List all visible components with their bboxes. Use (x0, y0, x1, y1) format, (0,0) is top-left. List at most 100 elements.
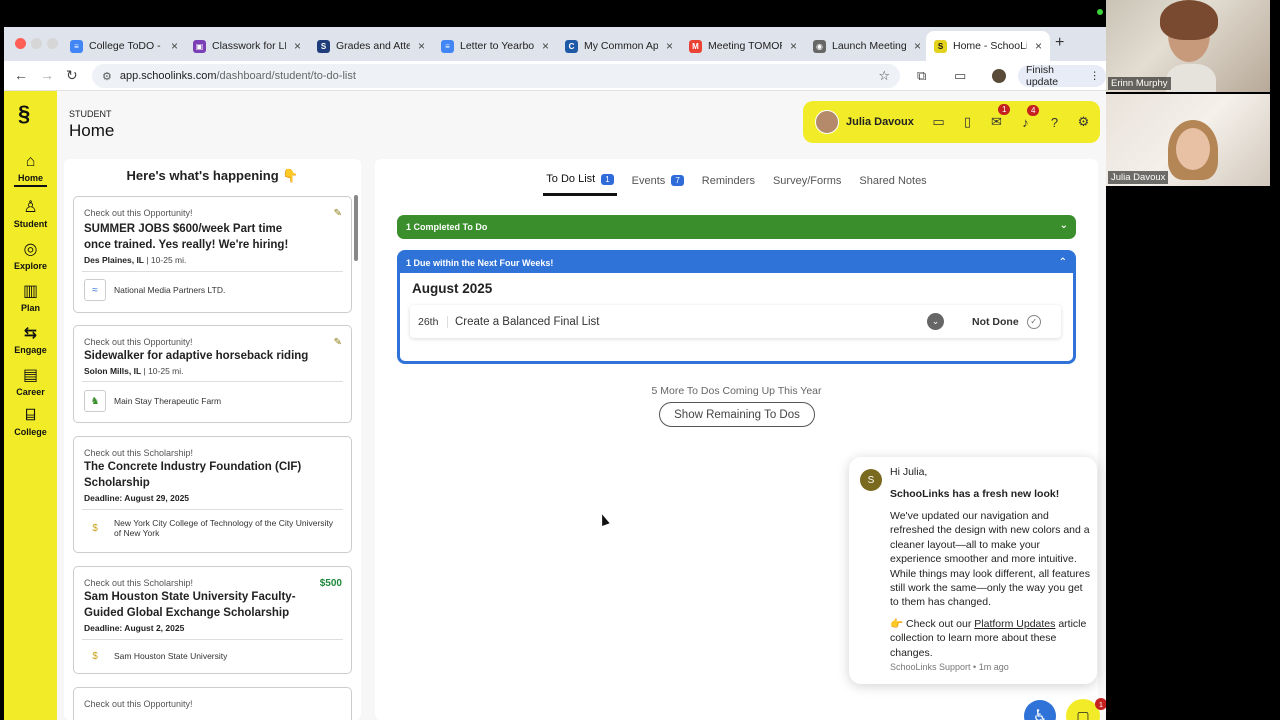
card-location: Des Plaines, IL (84, 255, 144, 265)
tab-reminders[interactable]: Reminders (699, 173, 758, 196)
browser-tab-active[interactable]: S Home - SchooLin × (926, 31, 1051, 61)
help-icon[interactable]: ? (1040, 115, 1069, 130)
schoolinks-logo-icon[interactable]: § (18, 101, 30, 127)
card-title[interactable]: SUMMER JOBS $600/week Part time once tra… (84, 221, 312, 253)
money-bag-icon: $ (92, 522, 98, 534)
handshake-icon: ⇆ (23, 325, 38, 342)
check-circle-icon[interactable]: ✓ (1026, 314, 1041, 329)
extensions-icon[interactable]: ⧉ (917, 68, 926, 84)
nav-item-student[interactable]: ♙ Student (4, 197, 57, 229)
cast-icon[interactable]: ▭ (954, 68, 966, 84)
tab-survey-forms[interactable]: Survey/Forms (770, 173, 844, 196)
home-icon: ⌂ (25, 153, 36, 170)
browser-tab[interactable]: ▣ Classwork for LH × (185, 31, 309, 61)
due-section-header[interactable]: 1 Due within the Next Four Weeks! ⌃ (400, 253, 1073, 273)
opportunity-card[interactable]: Check out this Opportunity! ✎ Sidewalker… (73, 325, 352, 423)
new-tab-button[interactable]: + (1055, 34, 1064, 52)
forward-icon[interactable]: → (40, 67, 54, 83)
tab-events[interactable]: Events 7 (629, 173, 687, 196)
close-window-button[interactable] (15, 38, 26, 49)
tab-todo-list[interactable]: To Do List 1 (543, 173, 617, 196)
gear-icon[interactable]: ⚙ (1069, 114, 1098, 130)
card-title[interactable]: Sam Houston State University Faculty-Gui… (84, 589, 312, 621)
address-bar[interactable]: ⚙ app.schoolinks.com/dashboard/student/t… (92, 64, 900, 88)
nav-item-plan[interactable]: ▥ Plan (4, 281, 57, 313)
bookmark-star-icon[interactable]: ☆ (878, 68, 890, 84)
browser-tab[interactable]: ◉ Launch Meeting × (805, 31, 929, 61)
screen: ≡ College ToDO - G × ▣ Classwork for LH … (0, 0, 1280, 720)
card-location: Solon Mills, IL (84, 366, 142, 376)
card-title[interactable]: Sidewalker for adaptive horseback riding (84, 348, 312, 364)
browser-tab[interactable]: ≡ Letter to Yearboo × (433, 31, 557, 61)
more-menu-icon[interactable]: ⋮ (1090, 70, 1101, 82)
feed-scrollbar[interactable] (354, 195, 358, 261)
close-tab-icon[interactable]: × (542, 39, 549, 53)
finish-update-button[interactable]: Finish update ⋮ (1018, 64, 1106, 88)
reload-icon[interactable]: ↻ (66, 67, 78, 84)
close-tab-icon[interactable]: × (418, 39, 425, 53)
nav-item-career[interactable]: ▤ Career (4, 365, 57, 397)
show-remaining-button[interactable]: Show Remaining To Dos (659, 402, 815, 427)
close-tab-icon[interactable]: × (666, 39, 673, 53)
todo-name[interactable]: Create a Balanced Final List (455, 316, 925, 328)
todo-status[interactable]: Not Done ✓ (972, 314, 1041, 329)
close-tab-icon[interactable]: × (790, 39, 797, 53)
close-tab-icon[interactable]: × (1035, 39, 1042, 53)
completed-section-header[interactable]: 1 Completed To Do ⌄ (397, 215, 1076, 239)
student-icon: ♙ (23, 199, 38, 216)
chevron-up-icon[interactable]: ⌃ (1059, 257, 1067, 268)
nav-item-explore[interactable]: ◎ Explore (4, 239, 57, 271)
divider (82, 639, 343, 640)
minimize-window-button[interactable] (31, 38, 42, 49)
close-tab-icon[interactable]: × (914, 39, 921, 53)
map-icon: ▥ (22, 283, 39, 300)
nav-item-college[interactable]: ⌸ College (4, 407, 57, 437)
mail-icon[interactable]: ✉ 1 (982, 104, 1011, 130)
browser-tab[interactable]: C My Common App × (557, 31, 681, 61)
card-deadline: Deadline: August 29, 2025 (84, 493, 190, 503)
bell-icon[interactable]: ♪ 4 (1011, 104, 1040, 130)
nav-item-engage[interactable]: ⇆ Engage (4, 323, 57, 355)
pin-icon[interactable]: ✎ (334, 337, 342, 348)
scholarship-card[interactable]: Check out this Scholarship! The Concrete… (73, 436, 352, 553)
browser-tab[interactable]: M Meeting TOMORR × (681, 31, 805, 61)
close-tab-icon[interactable]: × (171, 39, 178, 53)
browser-tab[interactable]: ≡ College ToDO - G × (62, 31, 186, 61)
back-icon[interactable]: ← (14, 67, 28, 83)
page-title: Home (69, 121, 115, 140)
support-message-popup[interactable]: S Hi Julia, SchooLinks has a fresh new l… (849, 457, 1097, 684)
nav-item-home[interactable]: ⌂ Home (4, 153, 57, 187)
commonapp-icon: C (565, 39, 578, 53)
document-icon[interactable]: ▯ (953, 114, 982, 130)
platform-updates-link[interactable]: Platform Updates (974, 618, 1055, 630)
docs-icon: ≡ (441, 39, 454, 53)
card-organization: $ Sam Houston State University (84, 645, 339, 667)
pin-icon[interactable]: ✎ (334, 208, 342, 219)
avatar[interactable] (815, 110, 839, 134)
card-title[interactable]: The Concrete Industry Foundation (CIF) S… (84, 459, 312, 491)
zoom-window-button[interactable] (47, 38, 58, 49)
opportunity-card[interactable]: Check out this Opportunity! (73, 687, 352, 720)
scholarship-card[interactable]: Check out this Scholarship! $500 Sam Hou… (73, 566, 352, 674)
card-kicker: Check out this Opportunity! (84, 337, 193, 347)
chevron-down-icon[interactable]: ⌄ (927, 313, 944, 330)
divider (82, 381, 343, 382)
docs-icon: ≡ (70, 39, 83, 53)
participant-shirt (1166, 64, 1216, 92)
schoolinks-icon: S (934, 39, 947, 53)
site-settings-icon[interactable]: ⚙ (102, 70, 112, 83)
user-name[interactable]: Julia Davoux (846, 116, 924, 128)
tab-shared-notes[interactable]: Shared Notes (856, 173, 929, 196)
main-tabs: To Do List 1 Events 7 Reminders Survey/For… (375, 173, 1098, 196)
browser-tab[interactable]: S Grades and Atten × (309, 31, 433, 61)
wallet-icon[interactable]: ▭ (924, 114, 953, 130)
todo-item[interactable]: 26th Create a Balanced Final List ⌄ Not … (410, 305, 1061, 338)
opportunity-card[interactable]: Check out this Opportunity! ✎ SUMMER JOB… (73, 196, 352, 313)
card-kicker: Check out this Opportunity! (84, 208, 193, 218)
feed-title: Here's what's happening 👇 (126, 168, 299, 183)
browser-toolbar: ← → ↻ ⚙ app.schoolinks.com/dashboard/stu… (4, 61, 1106, 91)
close-tab-icon[interactable]: × (294, 39, 301, 53)
profile-avatar[interactable] (992, 69, 1006, 83)
card-distance: | 10-25 mi. (141, 366, 184, 376)
chevron-down-icon[interactable]: ⌄ (1060, 220, 1068, 231)
